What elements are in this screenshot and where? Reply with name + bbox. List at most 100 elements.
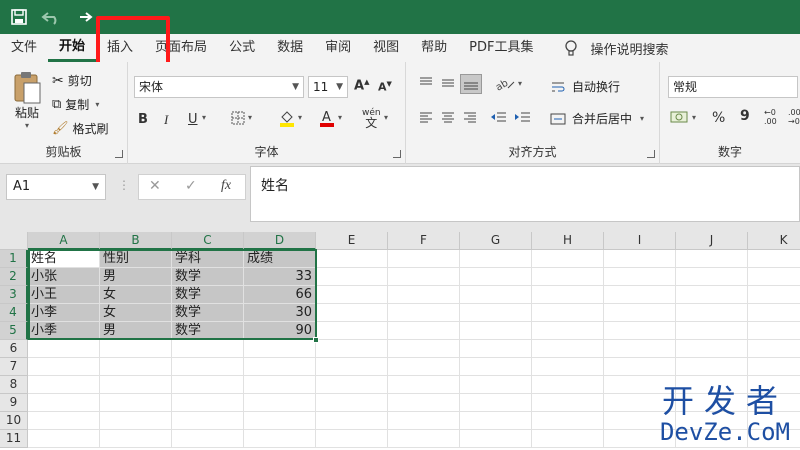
cell-h9[interactable] [532,394,604,412]
cell-h6[interactable] [532,340,604,358]
cell-j3[interactable] [676,286,748,304]
cell-f10[interactable] [388,412,460,430]
cell-c7[interactable] [172,358,244,376]
cell-a11[interactable] [28,430,100,448]
enter-icon[interactable]: ✓ [185,178,197,194]
phonetic-icon[interactable]: wén 文 [362,108,381,130]
paste-button[interactable]: 粘贴 ▾ [12,70,42,130]
align-left-icon[interactable] [418,110,434,128]
copy-button[interactable]: ⧉ 复制 ▾ [52,96,99,113]
row-header-10[interactable]: 10 [0,412,28,430]
column-header-f[interactable]: F [388,232,460,250]
tab-data[interactable]: 数据 [266,34,314,62]
cell-a3[interactable]: 小王 [28,286,100,304]
cell-b6[interactable] [100,340,172,358]
cell-f4[interactable] [388,304,460,322]
font-name-combo[interactable]: 宋体 ▼ [134,76,304,98]
chevron-down-icon[interactable]: ▾ [248,113,252,122]
cell-b10[interactable] [100,412,172,430]
cell-h7[interactable] [532,358,604,376]
row-header-7[interactable]: 7 [0,358,28,376]
row-header-4[interactable]: 4 [0,304,28,322]
cell-a9[interactable] [28,394,100,412]
cell-c4[interactable]: 数学 [172,304,244,322]
tab-file[interactable]: 文件 [0,34,48,62]
cell-c10[interactable] [172,412,244,430]
clipboard-launcher-icon[interactable] [115,150,123,158]
tab-formulas[interactable]: 公式 [218,34,266,62]
cell-g7[interactable] [460,358,532,376]
cell-a5[interactable]: 小季 [28,322,100,340]
cell-k2[interactable] [748,268,800,286]
cell-c8[interactable] [172,376,244,394]
cell-c1[interactable]: 学科 [172,250,244,268]
cell-b5[interactable]: 男 [100,322,172,340]
insert-function-button[interactable]: fx [221,178,231,194]
column-header-c[interactable]: C [172,232,244,250]
cell-g6[interactable] [460,340,532,358]
cell-h11[interactable] [532,430,604,448]
comma-style-button[interactable]: 9 [740,108,750,124]
save-icon[interactable] [6,4,32,30]
cell-e4[interactable] [316,304,388,322]
row-header-11[interactable]: 11 [0,430,28,448]
cell-e3[interactable] [316,286,388,304]
chevron-down-icon[interactable]: ▾ [518,79,522,88]
tab-pdf-tools[interactable]: PDF工具集 [458,34,544,62]
align-bottom-icon[interactable] [460,74,482,94]
bold-button[interactable]: B [138,112,148,127]
cell-a7[interactable] [28,358,100,376]
percent-button[interactable]: % [712,110,725,126]
cell-h4[interactable] [532,304,604,322]
increase-decimal-icon[interactable]: ←0.00 [764,108,777,126]
cell-f8[interactable] [388,376,460,394]
cell-g2[interactable] [460,268,532,286]
cell-d10[interactable] [244,412,316,430]
cell-d3[interactable]: 66 [244,286,316,304]
number-format-combo[interactable]: 常规 [668,76,798,98]
font-size-combo[interactable]: 11 ▼ [308,76,348,98]
cell-f2[interactable] [388,268,460,286]
cell-b7[interactable] [100,358,172,376]
cell-d4[interactable]: 30 [244,304,316,322]
cell-d9[interactable] [244,394,316,412]
chevron-down-icon[interactable]: ▾ [202,113,206,122]
cell-f3[interactable] [388,286,460,304]
column-header-b[interactable]: B [100,232,172,250]
cell-c3[interactable]: 数学 [172,286,244,304]
cell-b2[interactable]: 男 [100,268,172,286]
cell-e10[interactable] [316,412,388,430]
cell-a2[interactable]: 小张 [28,268,100,286]
cell-c2[interactable]: 数学 [172,268,244,286]
cell-f5[interactable] [388,322,460,340]
tab-view[interactable]: 视图 [362,34,410,62]
name-box[interactable]: A1 ▼ [6,174,106,200]
cell-e9[interactable] [316,394,388,412]
decrease-indent-icon[interactable] [490,110,508,128]
cell-d8[interactable] [244,376,316,394]
column-header-h[interactable]: H [532,232,604,250]
cell-f6[interactable] [388,340,460,358]
tab-review[interactable]: 审阅 [314,34,362,62]
cell-e2[interactable] [316,268,388,286]
splitter-icon[interactable]: ⋮ [118,178,130,192]
row-header-5[interactable]: 5 [0,322,28,340]
chevron-down-icon[interactable]: ▾ [692,113,696,122]
cell-k3[interactable] [748,286,800,304]
row-header-8[interactable]: 8 [0,376,28,394]
cell-i4[interactable] [604,304,676,322]
cell-k6[interactable] [748,340,800,358]
cell-j5[interactable] [676,322,748,340]
font-launcher-icon[interactable] [393,150,401,158]
border-icon[interactable] [230,110,246,130]
column-header-j[interactable]: J [676,232,748,250]
increase-font-icon[interactable]: A▲ [354,78,369,93]
cell-e1[interactable] [316,250,388,268]
cell-g1[interactable] [460,250,532,268]
chevron-down-icon[interactable]: ▾ [338,113,342,122]
cell-e6[interactable] [316,340,388,358]
cell-d7[interactable] [244,358,316,376]
cell-g10[interactable] [460,412,532,430]
cell-g9[interactable] [460,394,532,412]
cell-c9[interactable] [172,394,244,412]
